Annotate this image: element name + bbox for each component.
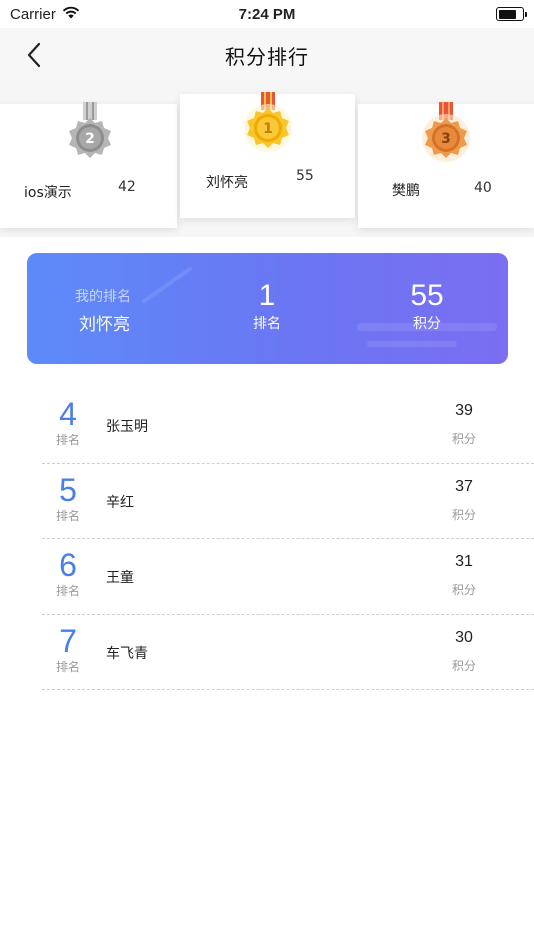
chevron-left-icon (27, 42, 41, 68)
battery-level (498, 9, 517, 19)
row-rank: 7 (59, 622, 77, 659)
my-name: 刘怀亮 (79, 315, 130, 335)
row-score: 39 (455, 402, 473, 419)
row-score: 30 (455, 628, 473, 646)
podium-name-third: 樊鹏 (392, 183, 420, 199)
podium-score-second: 42 (118, 179, 136, 195)
gold-medal-icon: 1 (244, 92, 292, 152)
medal-number: 1 (263, 121, 273, 137)
wifi-icon (62, 6, 80, 23)
row-rank: 4 (59, 396, 77, 432)
my-rank-label: 排名 (253, 316, 281, 332)
my-rank-card: 我的排名 刘怀亮 1 排名 55 积分 (27, 253, 508, 364)
back-button[interactable] (14, 36, 54, 74)
my-score-value: 55 (410, 279, 444, 312)
podium-score-first: 55 (296, 168, 314, 184)
row-name: 王童 (106, 570, 134, 586)
row-rank-label: 排名 (55, 584, 80, 598)
page-title: 积分排行 (225, 44, 309, 69)
row-score-label: 积分 (451, 432, 476, 446)
podium-score-third: 40 (474, 180, 492, 196)
status-bar: Carrier 7:24 PM (0, 0, 534, 28)
row-name: 辛红 (106, 494, 134, 511)
decorative-streak (367, 341, 457, 347)
podium-card-first[interactable]: 1 刘怀亮 55 (180, 92, 355, 218)
row-score-label: 积分 (451, 507, 476, 522)
row-score: 37 (455, 477, 473, 495)
ranking-list: 4 排名 张玉明 39 积分 5 排名 辛红 37 积分 6 排名 王童 31 … (42, 388, 534, 690)
status-left: Carrier (10, 6, 80, 23)
row-name: 张玉明 (106, 419, 148, 435)
list-item[interactable]: 7 排名 车飞青 30 积分 (42, 615, 534, 690)
row-rank-label: 排名 (55, 659, 80, 674)
row-rank-label: 排名 (55, 433, 80, 447)
podium-name-second: ios演示 (24, 185, 72, 201)
row-rank: 6 (59, 547, 77, 583)
decorative-streak (141, 266, 193, 304)
my-rank-value: 1 (258, 279, 276, 312)
silver-medal-icon: 2 (69, 102, 111, 158)
row-score-label: 积分 (451, 658, 476, 673)
my-rank-heading: 我的排名 (75, 289, 131, 305)
list-item[interactable]: 6 排名 王童 31 积分 (42, 539, 534, 615)
podium: 2 ios演示 42 1 刘怀亮 55 3 樊鹏 40 (0, 82, 534, 237)
row-rank: 5 (59, 471, 77, 508)
podium-name-first: 刘怀亮 (206, 175, 248, 191)
row-score-label: 积分 (451, 583, 476, 597)
podium-card-second[interactable]: 2 ios演示 42 (0, 102, 177, 228)
my-score-label: 积分 (413, 316, 441, 332)
status-time: 7:24 PM (238, 5, 296, 23)
battery-icon (496, 7, 527, 21)
medal-number: 3 (441, 131, 451, 147)
nav-bar: 积分排行 (0, 28, 534, 82)
medal-number: 2 (85, 131, 95, 147)
row-name: 车飞青 (106, 645, 148, 662)
bronze-medal-icon: 3 (422, 102, 470, 162)
carrier-label: Carrier (10, 5, 56, 23)
list-item[interactable]: 4 排名 张玉明 39 积分 (42, 388, 534, 464)
list-item[interactable]: 5 排名 辛红 37 积分 (42, 464, 534, 539)
podium-card-third[interactable]: 3 樊鹏 40 (358, 102, 534, 228)
row-rank-label: 排名 (55, 508, 80, 523)
row-score: 31 (455, 553, 473, 570)
